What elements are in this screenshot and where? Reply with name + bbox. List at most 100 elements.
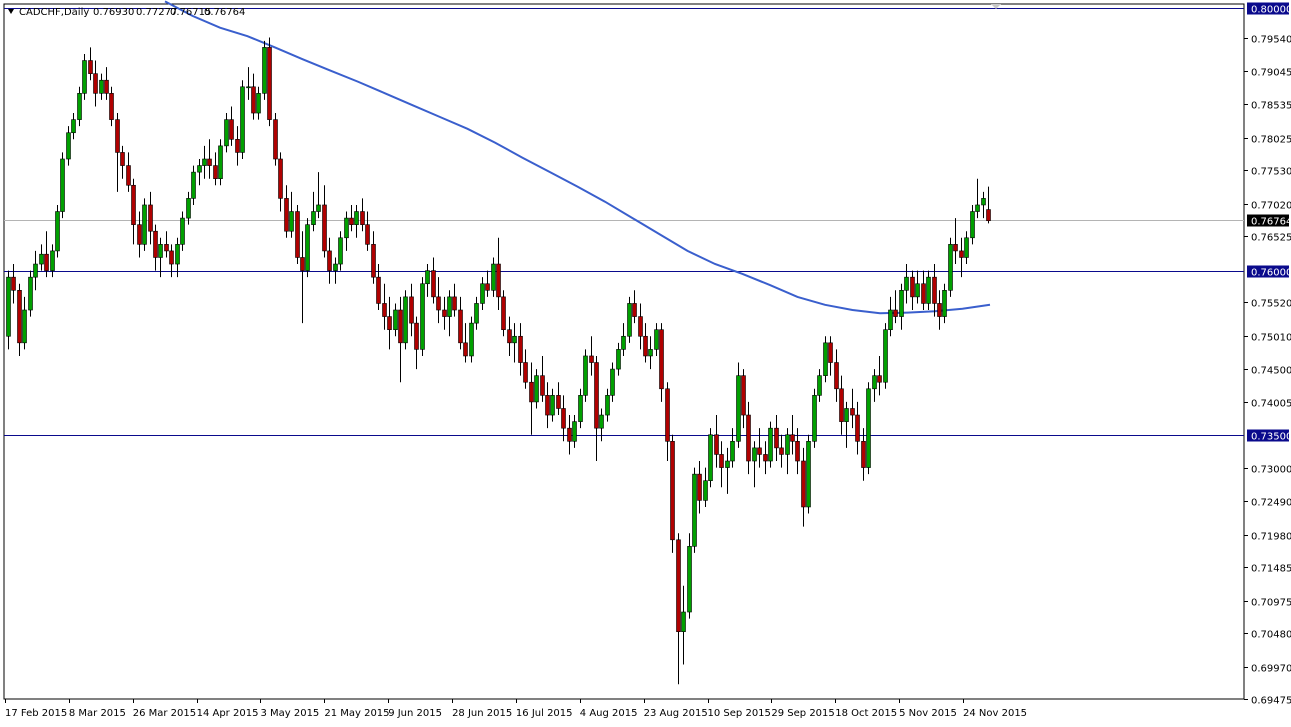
candle — [806, 434, 811, 514]
x-tick-label: 3 May 2015 — [260, 708, 319, 719]
x-tick-label: 10 Sep 2015 — [708, 708, 771, 719]
x-tick-label: 5 Nov 2015 — [899, 708, 957, 719]
candle-body-bear — [632, 303, 637, 317]
candle — [28, 270, 33, 317]
candle — [267, 37, 272, 127]
candle-body-bull — [142, 204, 147, 245]
candle-body-bear — [376, 276, 381, 304]
candle-body-bull — [197, 165, 202, 173]
candle — [692, 467, 697, 553]
candle-body-bull — [648, 349, 653, 357]
candle-body-bear — [452, 296, 457, 311]
x-tick-label: 23 Aug 2015 — [644, 708, 708, 719]
candle-body-bear — [834, 362, 839, 390]
y-tick-label: 0.78535 — [1251, 101, 1291, 112]
candle — [142, 198, 147, 251]
candle — [60, 152, 65, 219]
chart-header: CADCHF,Daily 0.76930 0.77277 0.76715 0.7… — [8, 7, 245, 18]
y-tick-label: 0.79045 — [1251, 68, 1291, 79]
candle-body-bear — [436, 296, 441, 311]
candle-body-bear — [697, 473, 702, 501]
chart-window: 0.80000 0.76000 0.73500 0.76764 0.79540 0.790… — [0, 0, 1291, 723]
candle-body-bear — [676, 539, 681, 633]
y-tick-label: 0.70480 — [1251, 630, 1291, 641]
candle-body-bull — [616, 349, 621, 370]
candle-body-bull — [33, 263, 38, 278]
current-price-label: 0.76764 — [1251, 217, 1291, 228]
candle-body-bull — [218, 145, 223, 179]
candle-body-bear — [120, 152, 125, 166]
candle-body-bear — [273, 119, 278, 160]
candle-body-bull — [224, 119, 229, 147]
candle-body-bull — [39, 253, 44, 265]
y-tick-label: 0.75520 — [1251, 299, 1291, 310]
candle-body-bear — [567, 427, 572, 442]
x-tick-label: 14 Apr 2015 — [197, 708, 259, 719]
candle-body-bear — [828, 342, 833, 363]
y-tick-label: 0.73000 — [1251, 465, 1291, 476]
candle-body-bull — [469, 322, 474, 357]
candle-body-bear — [932, 276, 937, 304]
candle-body-bear — [169, 250, 174, 265]
candle-body-bear — [839, 388, 844, 422]
candle-body-bear — [17, 290, 22, 344]
candle-body-bull — [28, 276, 33, 311]
candle-body-bull — [202, 158, 207, 166]
candle-body-bear — [431, 270, 436, 298]
candle-body-bull — [768, 427, 773, 462]
candle-body-bear — [561, 408, 566, 429]
candle-body-bear — [371, 244, 376, 278]
candle-body-bull — [22, 309, 27, 344]
candle-body-bear — [741, 375, 746, 416]
candle-body-bear — [229, 119, 234, 140]
candle-body-bear — [398, 309, 403, 344]
y-tick-label: 0.77020 — [1251, 201, 1291, 212]
candle-body-bull — [752, 447, 757, 462]
candle-body-bull — [191, 171, 196, 199]
candle-body-bear — [801, 460, 806, 508]
candle-body-bear — [594, 362, 599, 429]
candle-body-bull — [474, 303, 479, 324]
candle-body-bull — [627, 303, 632, 337]
x-tick-label: 24 Nov 2015 — [963, 708, 1027, 719]
candle-body-bull — [305, 224, 310, 271]
candle-body-bear — [207, 158, 212, 166]
y-tick-label: 0.74500 — [1251, 366, 1291, 377]
candle-body-bull — [915, 283, 920, 298]
candle-body-bull — [66, 132, 71, 160]
candle-body-bull — [583, 355, 588, 396]
candle-body-bear — [545, 395, 550, 416]
x-tick-label: 29 Sep 2015 — [771, 708, 834, 719]
candle-body-bear — [643, 335, 648, 357]
candle-body-bull — [899, 290, 904, 317]
candle-body-bear — [774, 427, 779, 449]
candle-body-bull — [180, 217, 185, 245]
candle-body-bear — [458, 309, 463, 344]
candle-body-bull — [599, 414, 604, 429]
candle-body-bull — [393, 309, 398, 331]
candle-body-bear — [719, 454, 724, 468]
candle-body-bear — [496, 263, 501, 298]
candle-body-bull — [736, 375, 741, 442]
y-tick-label: 0.79540 — [1251, 35, 1291, 46]
candle-body-bear — [327, 250, 332, 271]
candle — [55, 204, 60, 258]
candle-body-bear — [104, 79, 109, 94]
header-symbol: CADCHF,Daily — [19, 7, 89, 18]
y-tick-label: 0.78025 — [1251, 135, 1291, 146]
candle-body-bull — [333, 263, 338, 271]
candle-body-bull — [703, 480, 708, 501]
candle-body-bear — [284, 198, 289, 232]
candle — [768, 421, 773, 468]
candle — [883, 323, 888, 389]
candle-body-bear — [235, 139, 240, 153]
candle-body-bull — [82, 60, 87, 94]
candle-body-bull — [970, 211, 975, 239]
candle-body-bull — [785, 434, 790, 455]
candle — [627, 296, 632, 343]
candle-body-bear — [442, 309, 447, 317]
candle — [948, 237, 953, 297]
candle-body-bull — [866, 388, 871, 468]
y-tick-label: 0.71980 — [1251, 532, 1291, 543]
candle-body-bull — [605, 395, 610, 416]
